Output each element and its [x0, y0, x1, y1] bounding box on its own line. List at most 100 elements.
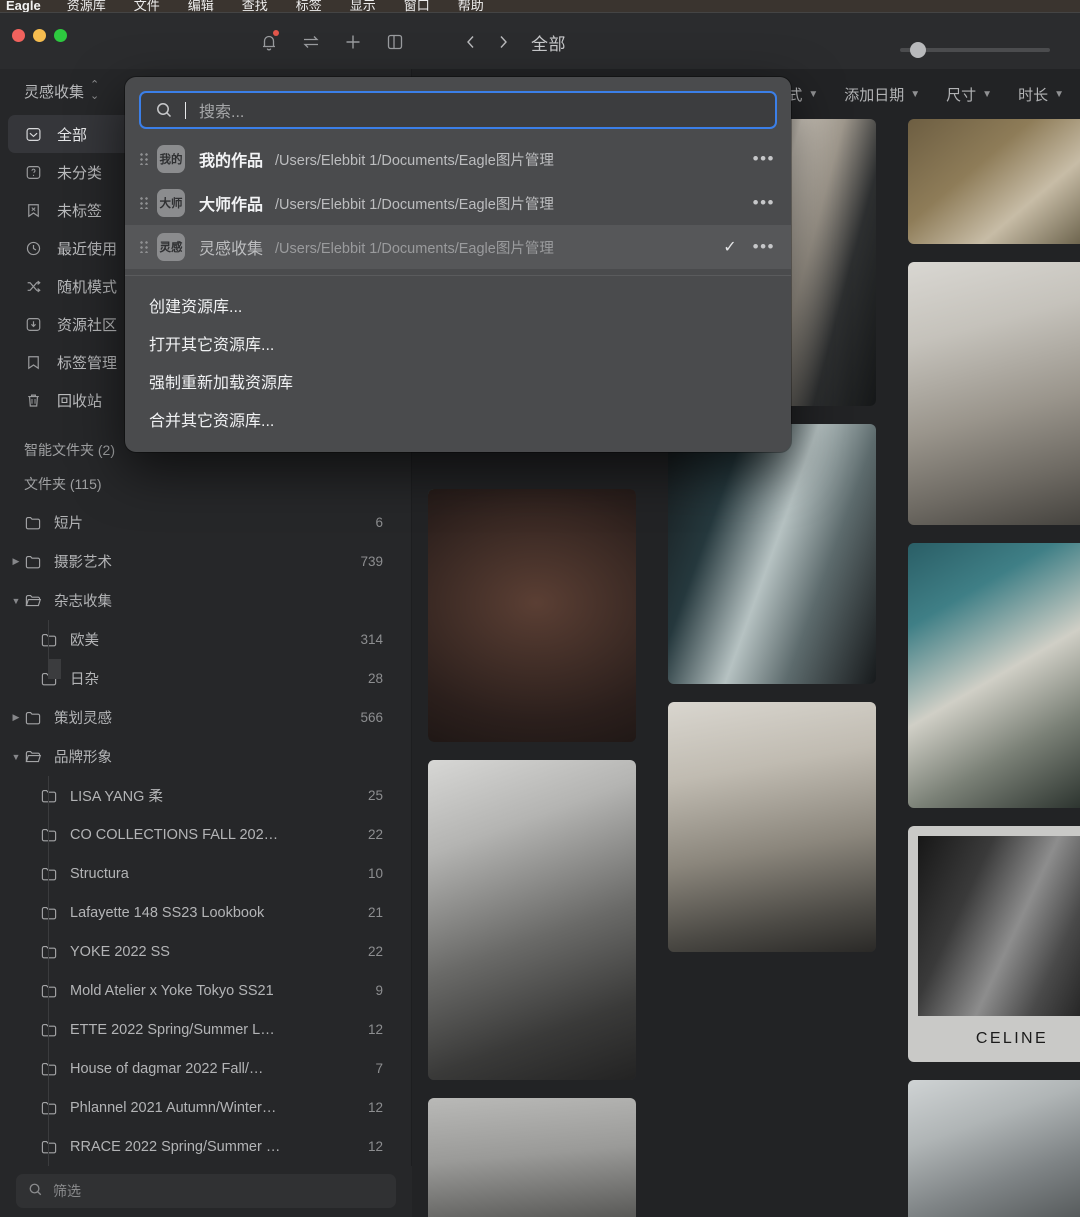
chevron-right-icon[interactable]: ▶ [8, 556, 24, 567]
folder-row[interactable]: ETTE 2022 Spring/Summer L…12 [0, 1010, 411, 1049]
library-more-button[interactable]: ••• [753, 193, 775, 213]
sidebar-item-label: 回收站 [57, 390, 102, 411]
folder-count: 25 [368, 788, 383, 803]
menubar-item-file[interactable]: 文件 [134, 0, 160, 12]
panel-toggle-icon[interactable] [384, 31, 406, 53]
folder-icon [24, 514, 44, 532]
folder-icon [40, 1021, 60, 1039]
folder-count: 739 [360, 554, 383, 569]
grid-item[interactable] [668, 424, 876, 684]
library-item[interactable]: 我的 我的作品 /Users/Elebbit 1/Documents/Eagle… [125, 137, 791, 181]
folder-count: 12 [368, 1139, 383, 1154]
folder-count: 6 [375, 515, 383, 530]
drag-handle-icon[interactable] [135, 241, 153, 253]
drag-handle-icon[interactable] [135, 153, 153, 165]
folder-row[interactable]: YOKE 2022 SS22 [0, 932, 411, 971]
filter-dimensions[interactable]: 尺寸 ▼ [946, 84, 992, 105]
folder-row[interactable]: Structura10 [0, 854, 411, 893]
folder-icon [40, 865, 60, 883]
menubar-item-view[interactable]: 显示 [350, 0, 376, 12]
grid-item[interactable] [908, 543, 1080, 808]
filter-input[interactable]: 筛选 [16, 1174, 396, 1208]
maximize-button[interactable] [54, 29, 67, 42]
forward-button[interactable] [487, 26, 519, 58]
toolbar-icon-group [258, 25, 406, 59]
folder-row[interactable]: 日杂 28 [0, 659, 411, 698]
library-path: /Users/Elebbit 1/Documents/Eagle图片管理 [275, 237, 723, 258]
menubar-item-edit[interactable]: 编辑 [188, 0, 214, 12]
grid-item[interactable] [668, 702, 876, 952]
chevron-right-icon[interactable]: ▶ [8, 712, 24, 723]
breadcrumb: 全部 [531, 30, 566, 55]
library-item[interactable]: 大师 大师作品 /Users/Elebbit 1/Documents/Eagle… [125, 181, 791, 225]
plus-icon[interactable] [342, 31, 364, 53]
slider-knob[interactable] [910, 42, 926, 58]
filter-date-added[interactable]: 添加日期 ▼ [844, 84, 920, 105]
grid-item[interactable] [428, 1098, 636, 1217]
menubar-item-library[interactable]: 资源库 [67, 0, 106, 12]
menubar-item-help[interactable]: 帮助 [458, 0, 484, 12]
menu-item-create-library[interactable]: 创建资源库... [125, 286, 791, 324]
download-box-icon [24, 315, 43, 334]
folder-row[interactable]: ▶ 摄影艺术 739 [0, 542, 411, 581]
minimize-button[interactable] [33, 29, 46, 42]
library-item-selected[interactable]: 灵感 灵感收集 /Users/Elebbit 1/Documents/Eagle… [125, 225, 791, 269]
menubar-app-name[interactable]: Eagle [6, 0, 41, 12]
trash-icon [24, 391, 43, 410]
folder-row[interactable]: ▼ 品牌形象 [0, 737, 411, 776]
library-more-button[interactable]: ••• [753, 237, 775, 257]
tree-line [48, 1127, 49, 1166]
thumbnail [908, 543, 1080, 808]
title-bar: 全部 [0, 13, 1080, 69]
folder-name: 日杂 [70, 668, 358, 689]
folder-row[interactable]: CO COLLECTIONS FALL 202…22 [0, 815, 411, 854]
menubar-item-tag[interactable]: 标签 [296, 0, 322, 12]
grid-column: CELINE [908, 127, 1080, 1217]
folder-count: 22 [368, 827, 383, 842]
sidebar-filter-bar: 筛选 [0, 1166, 412, 1217]
drag-handle-icon[interactable] [135, 197, 153, 209]
sidebar-item-label: 未分类 [57, 162, 102, 183]
folder-icon [40, 904, 60, 922]
grid-item-celine[interactable]: CELINE [908, 826, 1080, 1062]
filter-duration[interactable]: 时长 ▼ [1018, 84, 1064, 105]
library-search-input[interactable]: 搜索... [139, 91, 777, 129]
chevron-down-icon[interactable]: ▼ [8, 596, 24, 606]
menubar-item-window[interactable]: 窗口 [404, 0, 430, 12]
grid-item[interactable] [908, 119, 1080, 244]
folder-row[interactable]: RRACE 2022 Spring/Summer …12 [0, 1127, 411, 1166]
folder-row[interactable]: Phlannel 2021 Autumn/Winter…12 [0, 1088, 411, 1127]
folder-row[interactable]: 欧美 314 [0, 620, 411, 659]
grid-item[interactable] [908, 1080, 1080, 1217]
folder-row[interactable]: Mold Atelier x Yoke Tokyo SS219 [0, 971, 411, 1010]
menubar-item-find[interactable]: 查找 [242, 0, 268, 12]
folder-name: Structura [70, 866, 358, 882]
folder-row[interactable]: House of dagmar 2022 Fall/…7 [0, 1049, 411, 1088]
library-path: /Users/Elebbit 1/Documents/Eagle图片管理 [275, 149, 753, 170]
transfer-icon[interactable] [300, 31, 322, 53]
bell-icon[interactable] [258, 31, 280, 53]
folder-row[interactable]: ▶ 策划灵感 566 [0, 698, 411, 737]
library-name: 灵感收集 [199, 235, 263, 259]
menu-item-force-reload-library[interactable]: 强制重新加载资源库 [125, 362, 791, 400]
tree-line [48, 776, 49, 815]
folder-row[interactable]: 短片 6 [0, 503, 411, 542]
menu-item-merge-other-library[interactable]: 合并其它资源库... [125, 400, 791, 438]
thumbnail-size-slider[interactable] [900, 48, 1050, 52]
folder-row[interactable]: ▼ 杂志收集 [0, 581, 411, 620]
menu-item-open-other-library[interactable]: 打开其它资源库... [125, 324, 791, 362]
grid-item[interactable] [428, 760, 636, 1080]
folder-count: 22 [368, 944, 383, 959]
folder-row[interactable]: Lafayette 148 SS23 Lookbook21 [0, 893, 411, 932]
back-button[interactable] [455, 26, 487, 58]
folder-count: 21 [368, 905, 383, 920]
thumbnail [908, 119, 1080, 244]
grid-item[interactable] [908, 262, 1080, 525]
folder-name: ETTE 2022 Spring/Summer L… [70, 1022, 358, 1038]
library-more-button[interactable]: ••• [753, 149, 775, 169]
close-button[interactable] [12, 29, 25, 42]
folder-icon [40, 982, 60, 1000]
grid-item[interactable] [428, 489, 636, 742]
chevron-down-icon[interactable]: ▼ [8, 752, 24, 762]
folder-row[interactable]: LISA YANG 柔25 [0, 776, 411, 815]
